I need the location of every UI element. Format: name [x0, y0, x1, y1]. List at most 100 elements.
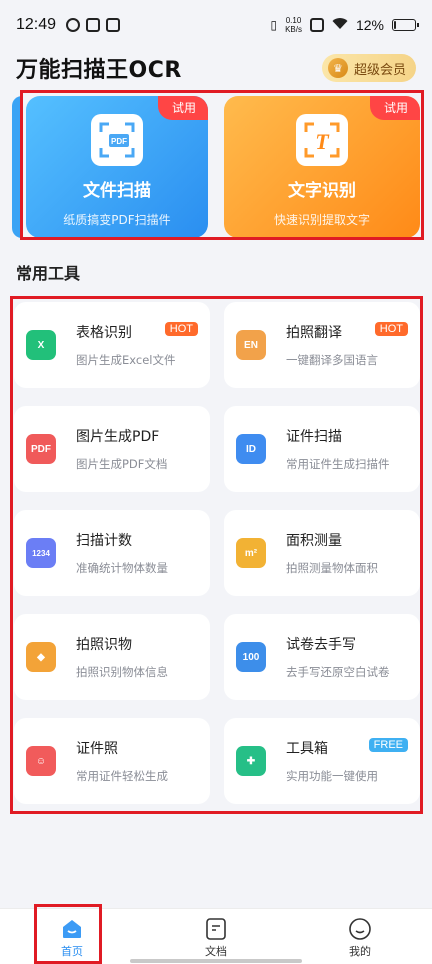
status-time: 12:49: [16, 16, 57, 33]
tool-desc: 图片生成Excel文件: [76, 353, 176, 367]
tool-card[interactable]: EN 拍照翻译 一键翻译多国语言 HOT: [224, 302, 420, 388]
tool-card[interactable]: ID 证件扫描常用证件生成扫描件: [224, 406, 420, 492]
tool-name: 拍照识物: [76, 637, 132, 653]
header: 万能扫描王OCR ♛ 超级会员: [16, 50, 416, 86]
tool-text: 面积测量拍照测量物体面积: [286, 530, 378, 576]
tool-name: 试卷去手写: [286, 637, 356, 653]
hot-badge: HOT: [164, 322, 198, 336]
svg-text:T: T: [315, 129, 330, 154]
svg-text:PDF: PDF: [111, 137, 127, 146]
tool-text: 试卷去手写去手写还原空白试卷: [286, 634, 390, 680]
tool-desc: 拍照测量物体面积: [286, 561, 378, 575]
tools-grid: X 表格识别 图片生成Excel文件 HOT EN 拍照翻译 一键翻译多国语言 HOT PDF 图…: [12, 298, 420, 812]
tool-desc: 拍照识别物体信息: [76, 665, 168, 679]
tool-name: 扫描计数: [76, 533, 132, 549]
tool-name: 拍照翻译: [286, 325, 342, 341]
bottom-nav: 首页 文档 我的: [0, 908, 432, 964]
nav-home[interactable]: 首页: [0, 909, 144, 964]
tool-desc: 准确统计物体数量: [76, 561, 168, 575]
battery-icon: [392, 19, 419, 31]
net-speed-value: 0.10: [285, 16, 302, 25]
trial-badge: 试用: [157, 96, 208, 120]
tool-card[interactable]: m² 面积测量拍照测量物体面积: [224, 510, 420, 596]
nav-documents[interactable]: 文档: [144, 909, 288, 964]
area-icon: m²: [236, 538, 266, 568]
tool-desc: 图片生成PDF文档: [76, 457, 168, 471]
tool-desc: 去手写还原空白试卷: [286, 665, 390, 679]
status-right: ▯ 0.10 KB/s 12%: [270, 16, 419, 34]
notification-icons: [66, 18, 121, 32]
tool-card[interactable]: 1234 扫描计数准确统计物体数量: [14, 510, 210, 596]
tool-text: 拍照翻译一键翻译多国语言: [286, 322, 378, 368]
tool-desc: 一键翻译多国语言: [286, 353, 378, 367]
document-icon: [206, 918, 226, 940]
nav-profile[interactable]: 我的: [288, 909, 432, 964]
vip-button[interactable]: ♛ 超级会员: [321, 54, 416, 82]
file-scan-title: 文件扫描: [83, 181, 151, 201]
text-ocr-icon: T: [296, 114, 348, 166]
tool-text: 图片生成PDF 图片生成PDF文档: [76, 426, 167, 472]
sync-icon: [66, 18, 81, 32]
tool-name: 表格识别: [76, 325, 132, 341]
section-title: 常用工具: [16, 264, 81, 283]
nav-home-label: 首页: [61, 945, 83, 958]
free-badge: FREE: [368, 738, 408, 752]
text-recognition-title: 文字识别: [288, 181, 356, 201]
hot-badge: HOT: [374, 322, 408, 336]
tool-card[interactable]: ☺ 证件照常用证件轻松生成: [14, 718, 210, 804]
tool-name: 图片生成PDF: [76, 429, 160, 445]
tool-text: 工具箱实用功能一键使用: [286, 738, 378, 784]
profile-icon: [349, 918, 371, 940]
tool-name: 面积测量: [286, 533, 342, 549]
count-icon: 1234: [26, 538, 56, 568]
tool-text: 拍照识物拍照识别物体信息: [76, 634, 168, 680]
object-icon: ◆: [26, 642, 56, 672]
pdf-scan-icon: PDF: [91, 114, 143, 166]
table-icon: X: [26, 330, 56, 360]
tool-desc: 实用功能一键使用: [286, 769, 378, 783]
net-speed: 0.10 KB/s: [285, 16, 302, 34]
vibrate-icon: ▯: [270, 18, 278, 32]
tool-card[interactable]: ✚ 工具箱 实用功能一键使用 FREE: [224, 718, 420, 804]
home-icon: [63, 920, 81, 938]
id-card-icon: ID: [236, 434, 266, 464]
battery-fill: [394, 21, 397, 29]
tool-name: 工具箱: [286, 741, 328, 757]
wifi-icon: [332, 17, 348, 33]
tool-text: 表格识别图片生成Excel文件: [76, 322, 175, 368]
status-bar: 12:49 ▯ 0.10 KB/s 12%: [0, 0, 432, 50]
text-recognition-subtitle: 快速识别提取文字: [273, 213, 370, 227]
nav-profile-label: 我的: [349, 945, 371, 958]
tool-name: 证件扫描: [286, 429, 342, 445]
paper-icon: 100: [236, 642, 266, 672]
trial-badge: 试用: [369, 96, 420, 120]
app-title: 万能扫描王OCR: [16, 58, 182, 83]
tool-text: 证件扫描常用证件生成扫描件: [286, 426, 390, 472]
file-scan-card[interactable]: 试用 PDF 文件扫描 纸质搞变PDF扫描件: [26, 96, 208, 238]
banner-row: 试用 PDF 文件扫描 纸质搞变PDF扫描件 试用 T 文字识别 快速识别提取文…: [0, 90, 432, 240]
tool-card[interactable]: PDF 图片生成PDF 图片生成PDF文档: [14, 406, 210, 492]
vip-label: 超级会员: [353, 62, 406, 78]
pdf-icon: PDF: [26, 434, 56, 464]
home-indicator: [130, 959, 302, 963]
translate-icon: EN: [236, 330, 266, 360]
tool-desc: 常用证件生成扫描件: [286, 457, 390, 471]
toolbox-icon: ✚: [236, 746, 266, 776]
tool-card[interactable]: X 表格识别 图片生成Excel文件 HOT: [14, 302, 210, 388]
banner-peek: [12, 96, 22, 238]
portrait-icon: ☺: [26, 746, 56, 776]
nav-documents-label: 文档: [205, 945, 227, 958]
tool-desc: 常用证件轻松生成: [76, 769, 168, 783]
nfc-icon: [309, 18, 324, 32]
tool-card[interactable]: ◆ 拍照识物拍照识别物体信息: [14, 614, 210, 700]
tool-name: 证件照: [76, 741, 118, 757]
battery-percent: 12%: [355, 17, 384, 33]
app-icon: [86, 18, 101, 32]
crown-icon: ♛: [327, 58, 348, 78]
tool-text: 证件照常用证件轻松生成: [76, 738, 168, 784]
tool-card[interactable]: 100 试卷去手写去手写还原空白试卷: [224, 614, 420, 700]
text-recognition-card[interactable]: 试用 T 文字识别 快速识别提取文字: [224, 96, 420, 238]
net-speed-unit: KB/s: [285, 25, 302, 34]
file-scan-subtitle: 纸质搞变PDF扫描件: [63, 213, 171, 227]
tiktok-icon: [106, 18, 121, 32]
